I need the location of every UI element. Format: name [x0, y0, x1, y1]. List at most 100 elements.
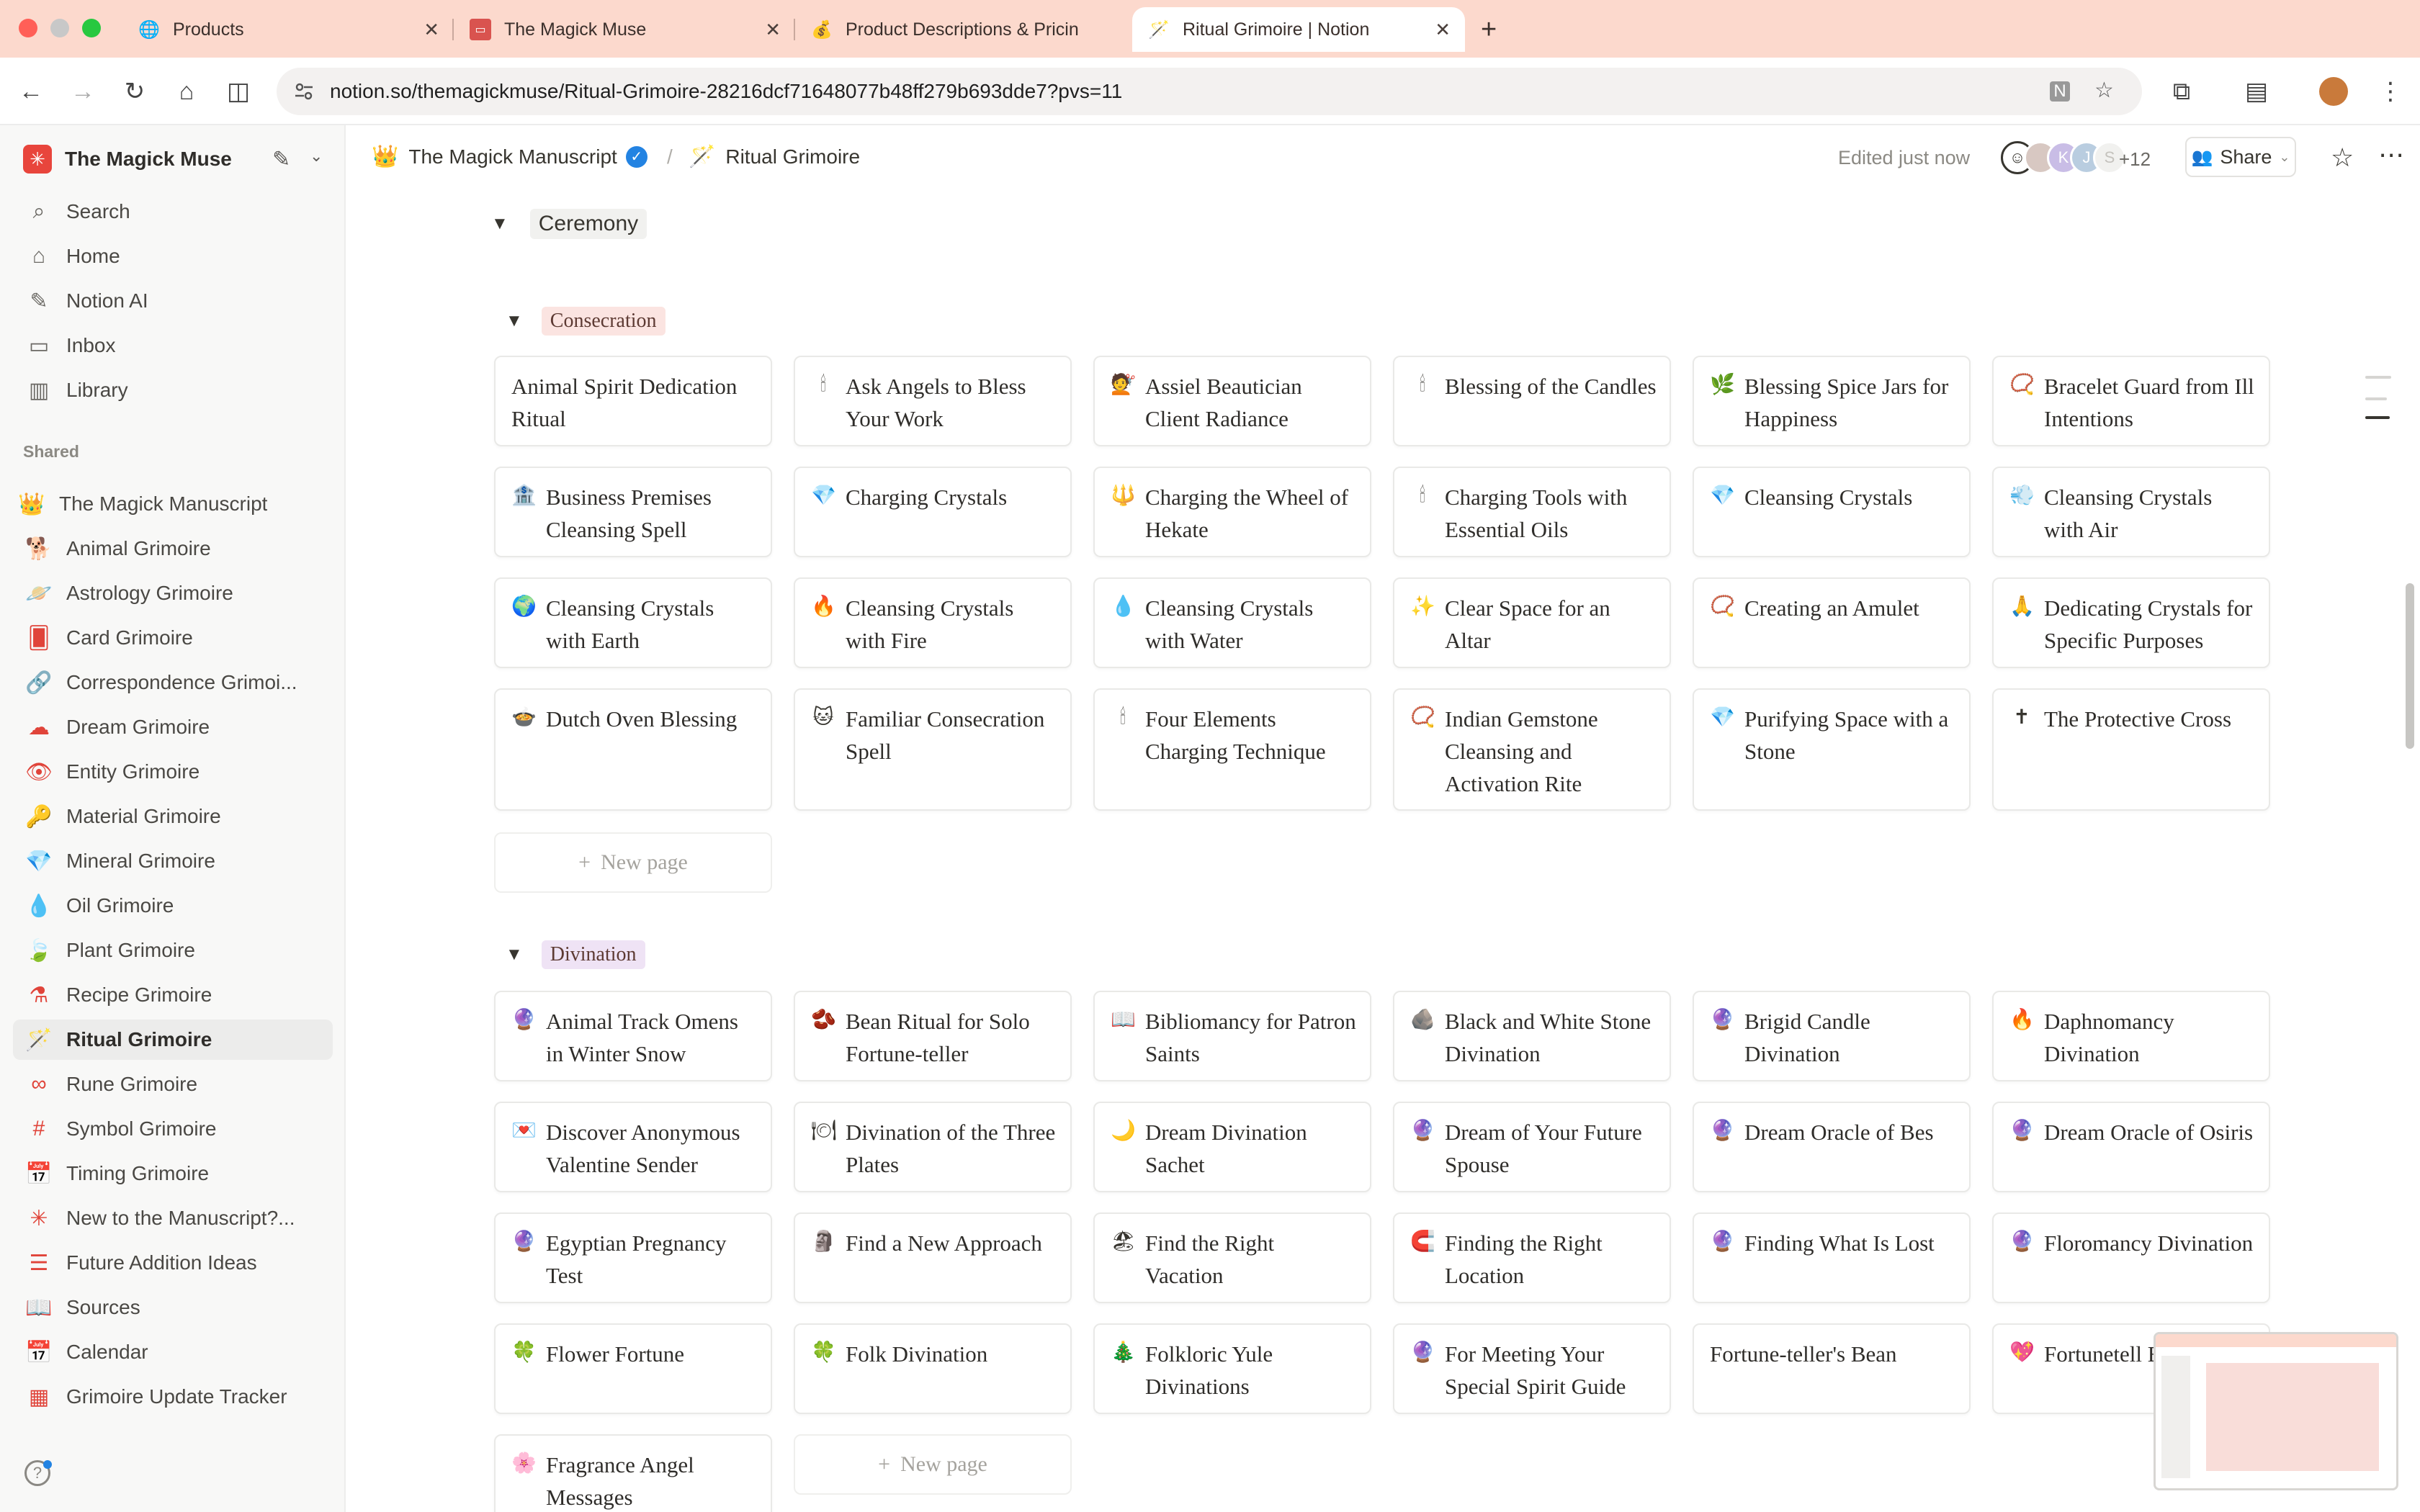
sidebar-item-the-magick-manuscript[interactable]: 👑 The Magick Manuscript	[13, 484, 333, 524]
home-icon[interactable]: ⌂	[170, 75, 203, 108]
outline-marker-active[interactable]	[2365, 416, 2390, 419]
breadcrumb-item-ritual-grimoire[interactable]: 🪄 Ritual Grimoire	[689, 144, 860, 169]
gallery-card[interactable]: 🔱 Charging the Wheel of Hekate	[1093, 467, 1371, 557]
consecration-toggle[interactable]: ▼ Consecration	[506, 307, 666, 336]
gallery-card[interactable]: ✝ The Protective Cross	[1992, 688, 2270, 811]
gallery-card[interactable]: 🔮 Dream Oracle of Osiris	[1992, 1102, 2270, 1192]
toggle-open-icon[interactable]: ▼	[506, 945, 523, 965]
back-icon[interactable]: ←	[14, 75, 48, 108]
breadcrumb-item-manuscript[interactable]: 👑 The Magick Manuscript ✓	[372, 144, 647, 169]
gallery-card[interactable]: 🌍 Cleansing Crystals with Earth	[494, 577, 772, 668]
gallery-card[interactable]: 🗿 Find a New Approach	[794, 1212, 1072, 1303]
new-page-button[interactable]: + New page	[494, 832, 772, 893]
new-page-icon[interactable]: ✎	[272, 147, 290, 172]
gallery-card[interactable]: 💨 Cleansing Crystals with Air	[1992, 467, 2270, 557]
gallery-card[interactable]: 🍽 Divination of the Three Plates	[794, 1102, 1072, 1192]
gallery-card[interactable]: 🔮 Dream Oracle of Bes	[1693, 1102, 1971, 1192]
sidebar-item-inbox[interactable]: ▭ Inbox	[13, 325, 333, 366]
gallery-card[interactable]: 🔮 Floromancy Divination	[1992, 1212, 2270, 1303]
sidebar-item-correspondence-grimoi[interactable]: 🔗 Correspondence Grimoi...	[13, 662, 333, 703]
gallery-card[interactable]: 🕯 Ask Angels to Bless Your Work	[794, 356, 1072, 446]
sidebar-item-oil-grimoire[interactable]: 💧 Oil Grimoire	[13, 886, 333, 926]
sidebar-item-ritual-grimoire[interactable]: 🪄 Ritual Grimoire	[13, 1020, 333, 1060]
sidebar-item-rune-grimoire[interactable]: ∞ Rune Grimoire	[13, 1064, 333, 1104]
close-tab-icon[interactable]: ✕	[1435, 19, 1451, 41]
gallery-card[interactable]: 🌙 Dream Divination Sachet	[1093, 1102, 1371, 1192]
gallery-card[interactable]: 🔮 Finding What Is Lost	[1693, 1212, 1971, 1303]
tab-ritual-grimoire[interactable]: 🪄 Ritual Grimoire | Notion ✕	[1132, 7, 1465, 52]
new-page-button[interactable]: + New page	[794, 1434, 1072, 1495]
divination-toggle[interactable]: ▼ Divination	[506, 940, 645, 969]
gallery-card[interactable]: 🕯 Blessing of the Candles	[1393, 356, 1671, 446]
sidebar-item-animal-grimoire[interactable]: 🐕 Animal Grimoire	[13, 528, 333, 569]
sidebar-item-library[interactable]: ▥ Library	[13, 370, 333, 410]
sidebar-item-search[interactable]: ⌕ Search	[13, 192, 333, 232]
split-view-icon[interactable]: ◫	[222, 75, 255, 108]
gallery-card[interactable]: 💎 Purifying Space with a Stone	[1693, 688, 1971, 811]
sidebar-item-future-addition-ideas[interactable]: ☰ Future Addition Ideas	[13, 1243, 333, 1283]
gallery-card[interactable]: 🧲 Finding the Right Location	[1393, 1212, 1671, 1303]
workspace-switcher[interactable]: ✳ The Magick Muse	[23, 144, 232, 174]
close-tab-icon[interactable]: ✕	[424, 19, 439, 41]
sidebar-item-grimoire-update-tracker[interactable]: ▦ Grimoire Update Tracker	[13, 1377, 333, 1417]
gallery-card[interactable]: 💎 Cleansing Crystals	[1693, 467, 1971, 557]
gallery-card[interactable]: 🐱 Familiar Consecration Spell	[794, 688, 1072, 811]
gallery-card[interactable]: 🕯 Charging Tools with Essential Oils	[1393, 467, 1671, 557]
scrollbar-thumb[interactable]	[2406, 583, 2414, 749]
sidebar-item-calendar[interactable]: 📅 Calendar	[13, 1332, 333, 1372]
sidebar-item-notion-ai[interactable]: ✎ Notion AI	[13, 281, 333, 321]
gallery-card[interactable]: 📖 Bibliomancy for Patron Saints	[1093, 991, 1371, 1081]
gallery-card[interactable]: 🙏 Dedicating Crystals for Specific Purpos…	[1992, 577, 2270, 668]
gallery-card[interactable]: 🪨 Black and White Stone Divination	[1393, 991, 1671, 1081]
gallery-card[interactable]: 🎄 Folkloric Yule Divinations	[1093, 1323, 1371, 1414]
sidebar-item-entity-grimoire[interactable]: 👁 Entity Grimoire	[13, 752, 333, 792]
forward-icon[interactable]: →	[66, 75, 99, 108]
outline-marker[interactable]	[2365, 397, 2387, 400]
tab-products[interactable]: 🌐 Products ✕	[122, 7, 454, 52]
gallery-card[interactable]: 📿 Indian Gemstone Cleansing and Activatio…	[1393, 688, 1671, 811]
browser-menu-icon[interactable]: ⋮	[2374, 75, 2407, 108]
site-settings-icon[interactable]	[292, 80, 315, 103]
sidebar-item-recipe-grimoire[interactable]: ⚗ Recipe Grimoire	[13, 975, 333, 1015]
sidebar-item-plant-grimoire[interactable]: 🍃 Plant Grimoire	[13, 930, 333, 971]
gallery-card[interactable]: 🍀 Flower Fortune	[494, 1323, 772, 1414]
gallery-card[interactable]: ✨ Clear Space for an Altar	[1393, 577, 1671, 668]
minimize-window-button[interactable]	[50, 19, 69, 37]
gallery-card[interactable]: 💧 Cleansing Crystals with Water	[1093, 577, 1371, 668]
favorite-star-icon[interactable]: ☆	[2331, 143, 2354, 173]
reload-icon[interactable]: ↻	[118, 75, 151, 108]
gallery-card[interactable]: 💇 Assiel Beautician Client Radiance	[1093, 356, 1371, 446]
gallery-card[interactable]: 💎 Charging Crystals	[794, 467, 1072, 557]
tab-product-descriptions[interactable]: 💰 Product Descriptions & Pricin	[795, 7, 1132, 52]
gallery-card[interactable]: Animal Spirit Dedication Ritual	[494, 356, 772, 446]
extensions-icon[interactable]: ⧉	[2165, 75, 2198, 108]
sidebar-item-astrology-grimoire[interactable]: 🪐 Astrology Grimoire	[13, 573, 333, 613]
sidebar-item-new-to-the-manuscript[interactable]: ✳ New to the Manuscript?...	[13, 1198, 333, 1238]
address-bar[interactable]: notion.so/themagickmuse/Ritual-Grimoire-…	[277, 68, 2142, 115]
zoom-window-button[interactable]	[82, 19, 101, 37]
screenshot-thumbnail[interactable]	[2154, 1332, 2398, 1490]
gallery-card[interactable]: 🔥 Cleansing Crystals with Fire	[794, 577, 1072, 668]
sidebar-item-home[interactable]: ⌂ Home	[13, 236, 333, 276]
gallery-card[interactable]: 💌 Discover Anonymous Valentine Sender	[494, 1102, 772, 1192]
ceremony-toggle[interactable]: ▼ Ceremony	[491, 209, 647, 239]
gallery-card[interactable]: 🏦 Business Premises Cleansing Spell	[494, 467, 772, 557]
gallery-card[interactable]: 🔥 Daphnomancy Divination	[1992, 991, 2270, 1081]
gallery-card[interactable]: 📿 Creating an Amulet	[1693, 577, 1971, 668]
gallery-card[interactable]: Fortune-teller's Bean	[1693, 1323, 1971, 1414]
toggle-open-icon[interactable]: ▼	[506, 311, 523, 331]
new-tab-button[interactable]: +	[1465, 7, 1512, 52]
bookmark-star-icon[interactable]: ☆	[2094, 78, 2114, 103]
outline-marker[interactable]	[2365, 376, 2391, 379]
gallery-card[interactable]: 🕯 Four Elements Charging Technique	[1093, 688, 1371, 811]
close-window-button[interactable]	[19, 19, 37, 37]
sidebar-item-timing-grimoire[interactable]: 📅 Timing Grimoire	[13, 1153, 333, 1194]
gallery-card[interactable]: 🌿 Blessing Spice Jars for Happiness	[1693, 356, 1971, 446]
sidebar-item-card-grimoire[interactable]: 🂠 Card Grimoire	[13, 618, 333, 658]
tab-magick-muse[interactable]: ▭ The Magick Muse ✕	[454, 7, 795, 52]
sidebar-item-sources[interactable]: 📖 Sources	[13, 1287, 333, 1328]
gallery-card[interactable]: 🍲 Dutch Oven Blessing	[494, 688, 772, 811]
notion-extension-icon[interactable]: N	[2050, 81, 2070, 102]
gallery-card[interactable]: 🫘 Bean Ritual for Solo Fortune-teller	[794, 991, 1072, 1081]
gallery-card[interactable]: 🔮 Dream of Your Future Spouse	[1393, 1102, 1671, 1192]
